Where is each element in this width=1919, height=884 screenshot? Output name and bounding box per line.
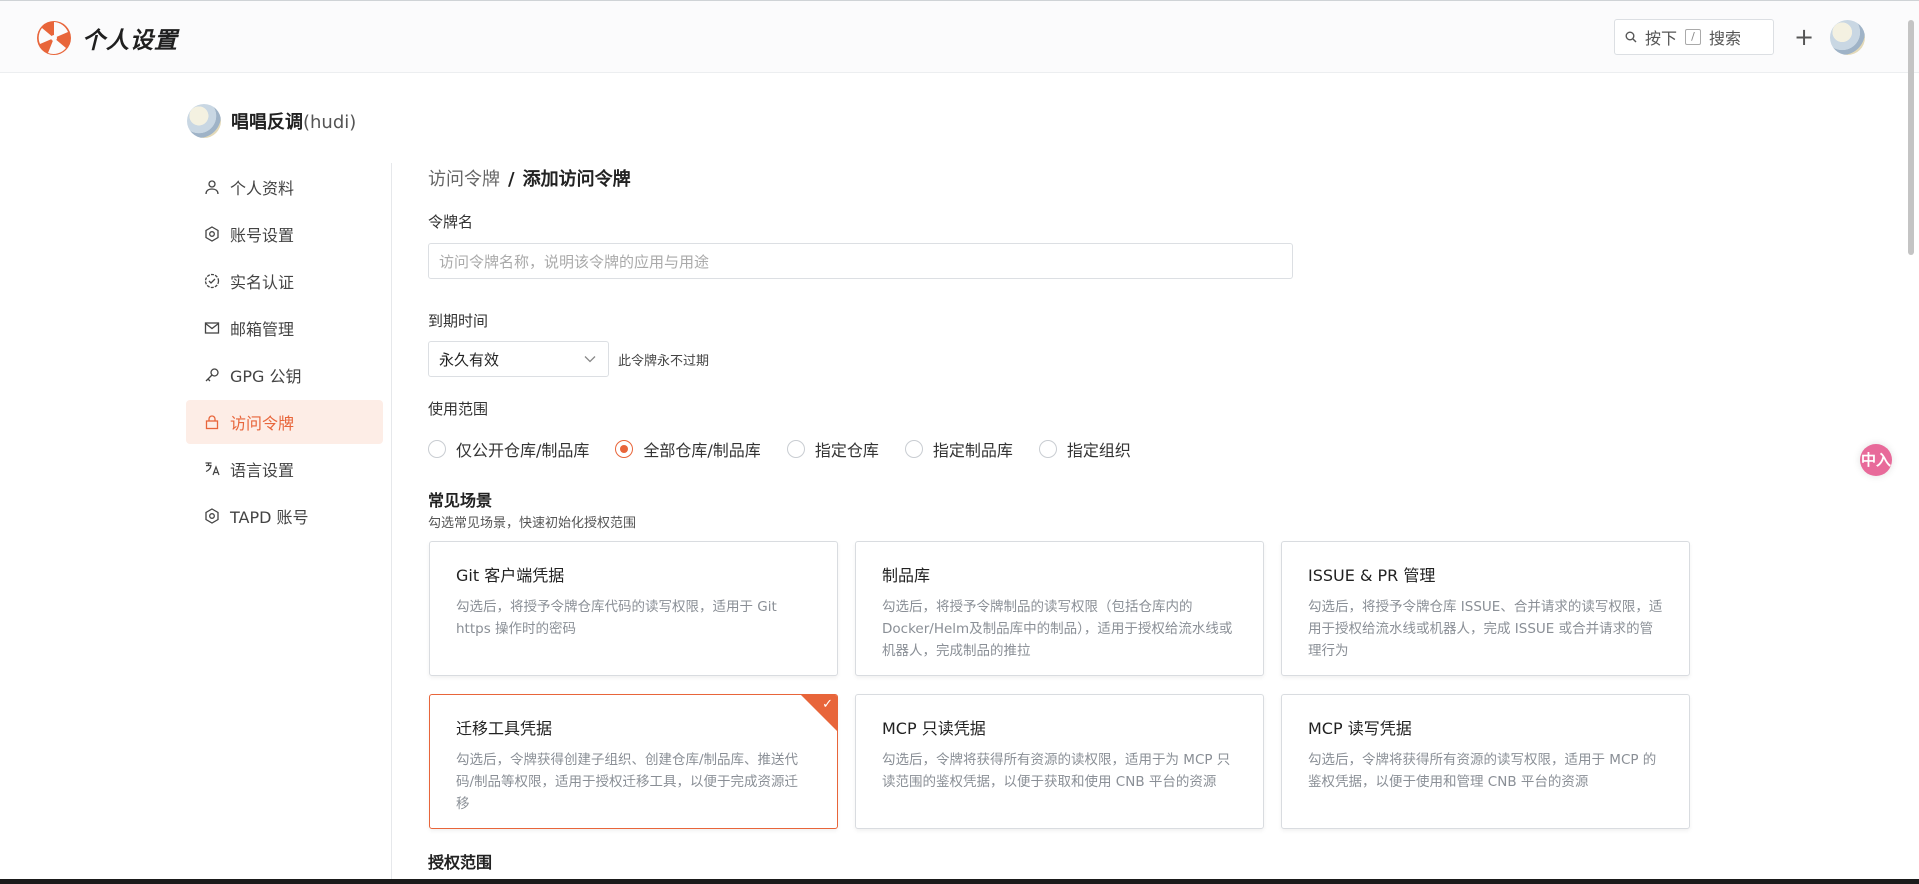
token-name-input[interactable]: 访问令牌名称，说明该令牌的应用与用途 xyxy=(428,243,1293,279)
sidebar-item-label: TAPD 账号 xyxy=(230,508,309,527)
scenario-card-mcp-readwrite[interactable]: MCP 读写凭据 勾选后，令牌将获得所有资源的读写权限，适用于 MCP 的鉴权凭… xyxy=(1281,694,1690,829)
sidebar-item-label: 账号设置 xyxy=(230,226,295,245)
card-title: MCP 只读凭据 xyxy=(882,719,986,738)
search-shortcut-key: / xyxy=(1685,29,1702,45)
token-name-label: 令牌名 xyxy=(428,213,474,231)
gear-icon xyxy=(205,226,219,242)
key-icon xyxy=(205,368,219,382)
scenario-card-issue-pr[interactable]: ISSUE & PR 管理 勾选后，将授予令牌仓库 ISSUE、合并请求的读写权… xyxy=(1281,541,1690,676)
radio-label: 指定制品库 xyxy=(932,441,1013,460)
auth-scope-title: 授权范围 xyxy=(428,853,493,872)
sidebar-item-verification[interactable]: 实名认证 xyxy=(186,259,383,303)
sidebar-item-email[interactable]: 邮箱管理 xyxy=(186,306,383,350)
sidebar-item-gpg[interactable]: GPG 公钥 xyxy=(186,353,383,397)
sidebar-item-account[interactable]: 账号设置 xyxy=(186,212,383,256)
breadcrumb-separator: / xyxy=(508,169,515,190)
breadcrumb: 访问令牌 / 添加访问令牌 xyxy=(428,165,631,191)
card-title: ISSUE & PR 管理 xyxy=(1308,566,1436,585)
radio-circle[interactable] xyxy=(904,440,923,458)
search-box[interactable]: 按下 / 搜索 xyxy=(1614,19,1774,55)
card-title: Git 客户端凭据 xyxy=(456,566,565,585)
expiry-select[interactable]: 永久有效 xyxy=(428,341,609,377)
expiry-label: 到期时间 xyxy=(428,312,489,330)
scenario-card-migration[interactable]: ✓ 迁移工具凭据 勾选后，令牌获得创建子组织、创建仓库/制品库、推送代码/制品等… xyxy=(429,694,838,829)
card-description: 勾选后，令牌将获得所有资源的读权限，适用于为 MCP 只读范围的鉴权凭据，以便于… xyxy=(882,752,1231,790)
radio-circle[interactable] xyxy=(786,440,805,458)
card-description: 勾选后，将授予令牌仓库代码的读写权限，适用于 Git https 操作时的密码 xyxy=(456,599,777,637)
card-description: 勾选后，将授予令牌制品的读写权限（包括仓库内的 Docker/Helm及制品库中… xyxy=(882,599,1233,659)
radio-label: 全部仓库/制品库 xyxy=(643,441,761,460)
app-logo-icon[interactable] xyxy=(36,20,72,56)
chevron-down-icon xyxy=(584,356,596,363)
token-name-placeholder: 访问令牌名称，说明该令牌的应用与用途 xyxy=(439,252,710,271)
breadcrumb-current: 添加访问令牌 xyxy=(522,169,631,190)
scope-radio-specific-registry[interactable]: 指定制品库 xyxy=(904,437,1013,461)
scrollbar-thumb[interactable] xyxy=(1908,20,1914,255)
card-description: 勾选后，令牌获得创建子组织、创建仓库/制品库、推送代码/制品等权限，适用于授权迁… xyxy=(456,752,799,812)
user-icon xyxy=(205,180,219,195)
settings-sidebar: 个人资料 账号设置 实名认证 邮箱管理 GPG 公钥 访问令牌 语言设置 TAP… xyxy=(186,165,383,541)
sidebar-item-label: 实名认证 xyxy=(230,273,295,292)
scenarios-subtitle: 勾选常见场景，快速初始化授权范围 xyxy=(428,516,637,531)
card-title: 迁移工具凭据 xyxy=(456,719,553,738)
language-icon xyxy=(205,462,220,476)
card-description: 勾选后，将授予令牌仓库 ISSUE、合并请求的读写权限，适用于授权给流水线或机器… xyxy=(1308,599,1663,659)
scope-label: 使用范围 xyxy=(428,400,489,418)
profile-avatar xyxy=(187,104,221,138)
user-avatar[interactable] xyxy=(1830,20,1865,55)
card-title: 制品库 xyxy=(882,566,931,585)
check-icon: ✓ xyxy=(822,697,833,712)
scenario-card-registry[interactable]: 制品库 勾选后，将授予令牌制品的读写权限（包括仓库内的 Docker/Helm及… xyxy=(855,541,1264,676)
scope-radio-specific-repo[interactable]: 指定仓库 xyxy=(786,437,879,461)
create-plus-button[interactable]: + xyxy=(1792,23,1816,51)
top-bar: 个人设置 按下 / 搜索 + xyxy=(0,0,1919,73)
radio-label: 指定组织 xyxy=(1066,441,1131,460)
profile-handle: (hudi) xyxy=(303,112,357,133)
radio-circle[interactable] xyxy=(428,440,446,458)
scenario-card-mcp-readonly[interactable]: MCP 只读凭据 勾选后，令牌将获得所有资源的读权限，适用于为 MCP 只读范围… xyxy=(855,694,1264,829)
scope-radio-all[interactable]: 全部仓库/制品库 xyxy=(615,437,761,461)
sidebar-item-label: GPG 公钥 xyxy=(230,367,302,386)
bottom-edge xyxy=(0,879,1919,884)
gear-icon xyxy=(205,508,219,524)
radio-label: 指定仓库 xyxy=(814,441,879,460)
sidebar-divider xyxy=(391,163,392,884)
scope-radio-specific-org[interactable]: 指定组织 xyxy=(1038,437,1131,461)
expiry-hint: 此令牌永不过期 xyxy=(618,354,710,369)
sidebar-item-language[interactable]: 语言设置 xyxy=(186,447,383,491)
scope-radio-public[interactable]: 仅公开仓库/制品库 xyxy=(428,437,589,461)
search-icon xyxy=(1625,31,1637,43)
search-suffix-text: 搜索 xyxy=(1709,29,1742,48)
sidebar-item-profile[interactable]: 个人资料 xyxy=(186,165,383,209)
lock-icon xyxy=(205,415,219,430)
profile-header: 唱唱反调(hudi) xyxy=(187,104,356,138)
scenarios-title: 常见场景 xyxy=(428,491,493,510)
sidebar-item-label: 语言设置 xyxy=(230,461,295,480)
expiry-select-value: 永久有效 xyxy=(439,350,500,369)
verified-badge-icon xyxy=(204,273,220,289)
breadcrumb-parent-link[interactable]: 访问令牌 xyxy=(428,169,500,190)
card-title: MCP 读写凭据 xyxy=(1308,719,1412,738)
search-prefix-text: 按下 xyxy=(1645,29,1678,48)
sidebar-item-label: 访问令牌 xyxy=(230,414,295,433)
sidebar-item-access-token[interactable]: 访问令牌 xyxy=(186,400,383,444)
scope-radio-group: 仅公开仓库/制品库 全部仓库/制品库 指定仓库 指定制品库 指定组织 xyxy=(428,437,1157,461)
scenario-card-git[interactable]: Git 客户端凭据 勾选后，将授予令牌仓库代码的读写权限，适用于 Git htt… xyxy=(429,541,838,676)
sidebar-item-label: 个人资料 xyxy=(230,179,295,198)
sidebar-item-label: 邮箱管理 xyxy=(230,320,295,339)
radio-circle[interactable] xyxy=(1038,440,1057,458)
app-title: 个人设置 xyxy=(82,28,178,54)
radio-label: 仅公开仓库/制品库 xyxy=(456,441,590,460)
profile-name: 唱唱反调 xyxy=(231,112,303,133)
card-description: 勾选后，令牌将获得所有资源的读写权限，适用于 MCP 的鉴权凭据，以便于使用和管… xyxy=(1308,752,1657,790)
floating-assistant-button[interactable]: 中入 xyxy=(1860,444,1892,476)
sidebar-item-tapd[interactable]: TAPD 账号 xyxy=(186,494,383,538)
mail-icon xyxy=(204,322,220,334)
radio-circle[interactable] xyxy=(615,440,634,458)
